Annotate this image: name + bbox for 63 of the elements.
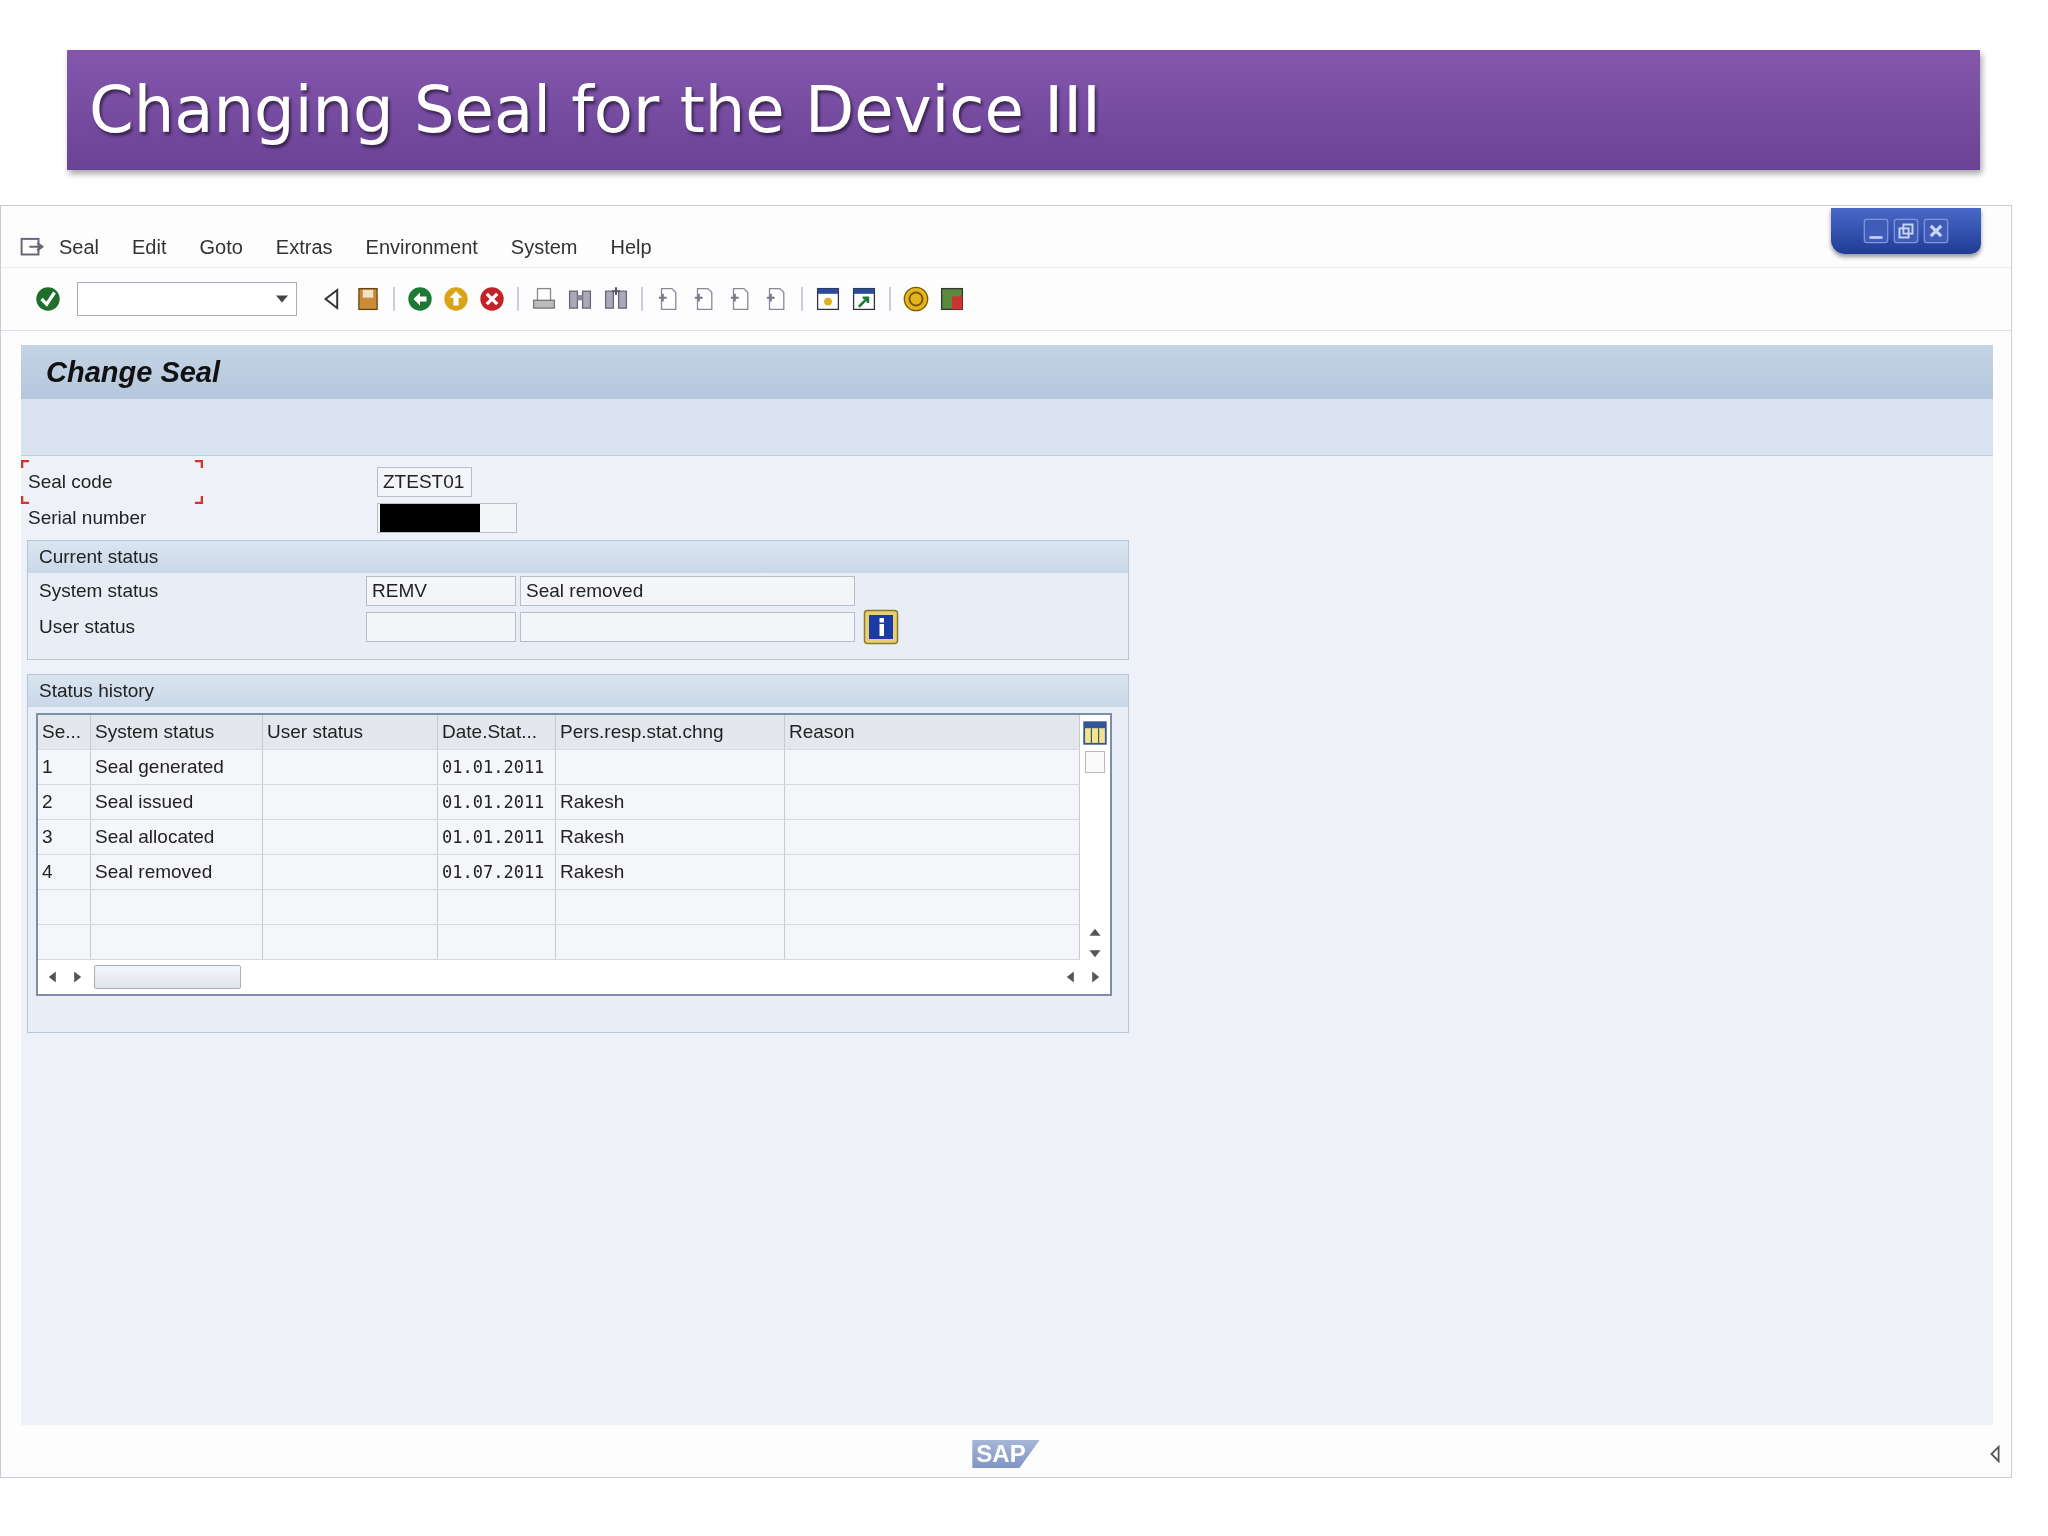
info-icon[interactable] (861, 609, 901, 645)
menu-item[interactable]: Help (610, 236, 652, 259)
binoculars-plus-icon[interactable] (603, 286, 629, 312)
select-all-checkbox[interactable] (1085, 751, 1105, 773)
checkmark-icon[interactable] (35, 286, 61, 312)
menu-item[interactable]: Edit (132, 236, 167, 259)
status-text-field[interactable] (520, 612, 855, 642)
menu-item[interactable]: Seal (59, 236, 100, 259)
status-code-field[interactable] (366, 612, 516, 642)
command-field[interactable] (77, 282, 297, 316)
help-icon[interactable] (903, 286, 929, 312)
menu-item[interactable]: Environment (365, 236, 478, 259)
table-cell: 2 (38, 785, 91, 819)
screen-title: Change Seal (46, 355, 221, 389)
table-cell: Rakesh (556, 855, 785, 889)
shortcut-icon[interactable] (851, 286, 877, 312)
close-icon[interactable] (1923, 218, 1949, 244)
column-header[interactable]: User status (263, 715, 438, 749)
column-settings-icon[interactable] (1083, 721, 1107, 745)
serial-number-field[interactable] (377, 503, 517, 533)
restore-icon[interactable] (1893, 218, 1919, 244)
menu-item[interactable]: Goto (199, 236, 243, 259)
dropdown-arrow-icon[interactable] (276, 295, 288, 303)
table-cell: 4 (38, 855, 91, 889)
input-field[interactable]: ZTEST01 (377, 467, 472, 497)
new-session-icon[interactable] (815, 286, 841, 312)
table-cell: 01.01.2011 (438, 820, 556, 854)
field-label: System status (38, 580, 160, 602)
slide-title: Changing Seal for the Device III (89, 73, 1101, 147)
table-cell: Rakesh (556, 820, 785, 854)
table-cell: Seal generated (91, 750, 263, 784)
column-header[interactable]: Pers.resp.stat.chng (556, 715, 785, 749)
menu-item[interactable]: Extras (275, 236, 333, 259)
table-cell: 1 (38, 750, 91, 784)
status-text-field[interactable]: Seal removed (520, 576, 855, 606)
field-label: User status (38, 616, 137, 638)
group-title: Current status (28, 541, 1128, 573)
sap-logo: SAP (972, 1440, 1040, 1468)
layout-icon[interactable] (939, 286, 965, 312)
field-label: Seal code (28, 471, 113, 493)
column-header[interactable]: Date.Stat... (438, 715, 556, 749)
table-cell: 01.07.2011 (438, 855, 556, 889)
column-header[interactable]: System status (91, 715, 263, 749)
table-cell: Rakesh (556, 785, 785, 819)
status-code-field[interactable]: REMV (366, 576, 516, 606)
group-title: Status history (28, 675, 1128, 707)
triangle-left-icon[interactable] (1989, 1445, 2001, 1463)
column-header[interactable]: Se... (38, 715, 91, 749)
horizontal-scrollbar[interactable] (36, 960, 1112, 996)
menu-item[interactable]: System (510, 236, 578, 259)
table-cell: Seal allocated (91, 820, 263, 854)
back-icon[interactable] (407, 286, 433, 312)
table-cell: 3 (38, 820, 91, 854)
field-label: Serial number (28, 507, 147, 529)
table-cell: 01.01.2011 (438, 750, 556, 784)
scrollbar-thumb[interactable] (94, 965, 241, 989)
table-cell: 01.01.2011 (438, 785, 556, 819)
minimize-icon[interactable] (1863, 218, 1889, 244)
cancel-icon[interactable] (479, 286, 505, 312)
print-icon[interactable] (531, 286, 557, 312)
save-icon[interactable] (355, 286, 381, 312)
table-cell: Seal removed (91, 855, 263, 889)
table-cell: Seal issued (91, 785, 263, 819)
